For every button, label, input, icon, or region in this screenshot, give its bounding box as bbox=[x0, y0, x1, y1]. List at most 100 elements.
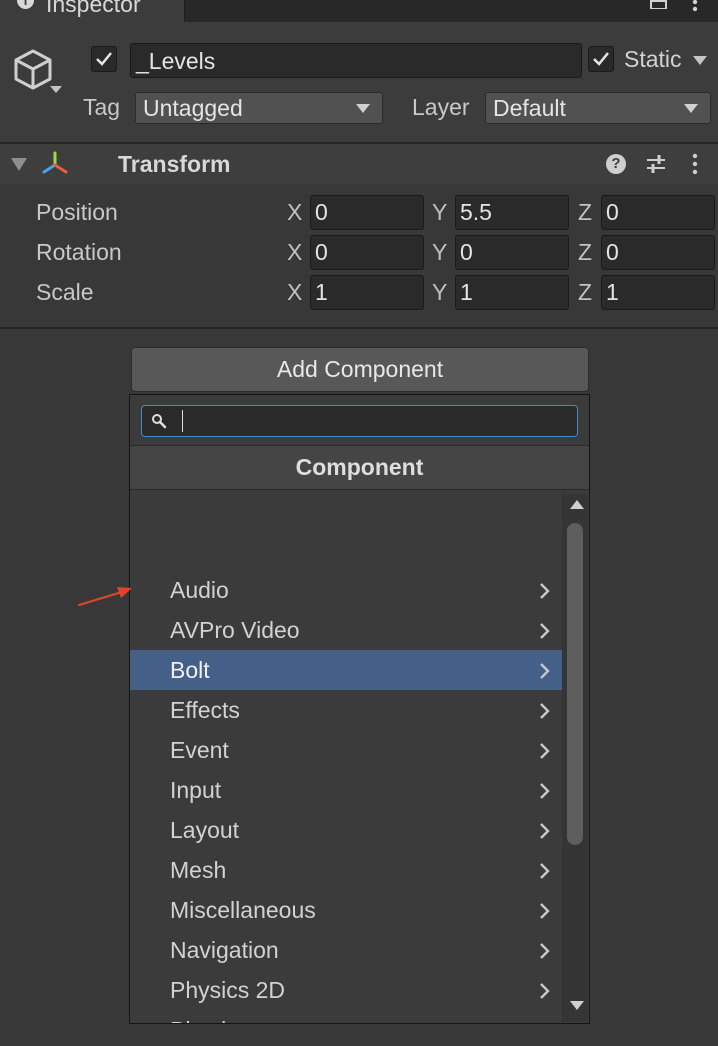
search-field[interactable] bbox=[141, 405, 578, 437]
component-menu-item-label: Physics 2D bbox=[170, 977, 286, 1003]
popup-header: Component bbox=[130, 445, 589, 490]
scale-y-value: 1 bbox=[460, 279, 473, 305]
position-x-field[interactable]: 0 bbox=[310, 195, 424, 230]
chevron-right-icon bbox=[540, 743, 550, 759]
chevron-right-icon bbox=[540, 783, 550, 799]
component-menu-item[interactable]: Physics 2D bbox=[130, 970, 562, 1010]
scale-x-label[interactable]: X bbox=[287, 279, 302, 306]
chevron-down-icon bbox=[684, 104, 698, 113]
tab-inspector[interactable]: i Inspector bbox=[0, 0, 185, 22]
component-menu-item[interactable]: Physics bbox=[130, 1010, 562, 1024]
position-x-label[interactable]: X bbox=[287, 199, 302, 226]
component-menu-item[interactable]: Miscellaneous bbox=[130, 890, 562, 930]
component-menu-item-label: Effects bbox=[170, 697, 240, 723]
component-menu-item[interactable]: Bolt bbox=[130, 650, 562, 690]
component-menu-item[interactable]: Event bbox=[130, 730, 562, 770]
lock-icon[interactable] bbox=[650, 0, 667, 9]
layer-label: Layer bbox=[412, 94, 470, 120]
chevron-down-icon[interactable] bbox=[50, 86, 62, 93]
tag-dropdown[interactable]: Untagged bbox=[135, 92, 383, 124]
rotation-y-label[interactable]: Y bbox=[432, 239, 447, 266]
component-menu-item-label: Miscellaneous bbox=[170, 897, 316, 923]
info-icon: i bbox=[17, 0, 34, 9]
scale-y-label[interactable]: Y bbox=[432, 279, 447, 306]
tag-value: Untagged bbox=[143, 95, 243, 121]
chevron-down-icon bbox=[356, 104, 370, 113]
component-menu-item-label: Mesh bbox=[170, 857, 227, 883]
rotation-x-label[interactable]: X bbox=[287, 239, 302, 266]
help-icon[interactable]: ? bbox=[606, 154, 626, 174]
layer-dropdown[interactable]: Default bbox=[485, 92, 711, 124]
chevron-right-icon bbox=[540, 663, 550, 679]
component-menu-item[interactable]: Effects bbox=[130, 690, 562, 730]
rotation-z-label[interactable]: Z bbox=[578, 239, 592, 266]
add-component-popup: Component Audio AVPro Video Bolt Effects Eve… bbox=[129, 394, 590, 1024]
position-y-value: 5.5 bbox=[460, 199, 492, 225]
position-z-label[interactable]: Z bbox=[578, 199, 592, 226]
scrollbar-thumb[interactable] bbox=[567, 523, 583, 845]
component-menu-item[interactable]: Navigation bbox=[130, 930, 562, 970]
component-menu-item[interactable]: AVPro Video bbox=[130, 610, 562, 650]
scroll-up-arrow-icon[interactable] bbox=[570, 500, 584, 509]
chevron-right-icon bbox=[540, 983, 550, 999]
position-y-label[interactable]: Y bbox=[432, 199, 447, 226]
position-y-field[interactable]: 5.5 bbox=[455, 195, 569, 230]
divider bbox=[0, 327, 718, 329]
foldout-arrow-icon[interactable] bbox=[11, 158, 27, 171]
component-menu-item-label: Navigation bbox=[170, 937, 279, 963]
static-checkbox[interactable] bbox=[588, 46, 614, 72]
rotation-z-value: 0 bbox=[606, 239, 619, 265]
chevron-right-icon bbox=[540, 623, 550, 639]
static-label[interactable]: Static bbox=[624, 46, 682, 73]
chevron-right-icon bbox=[538, 1022, 552, 1024]
component-menu-item[interactable]: Input bbox=[130, 770, 562, 810]
component-menu-item[interactable]: Mesh bbox=[130, 850, 562, 890]
component-title: Transform bbox=[118, 151, 231, 177]
rotation-z-field[interactable]: 0 bbox=[601, 235, 715, 270]
scale-label: Scale bbox=[36, 279, 94, 305]
sliders-icon[interactable] bbox=[645, 153, 667, 175]
component-menu-item-label: AVPro Video bbox=[170, 617, 300, 643]
kebab-menu-icon[interactable] bbox=[690, 0, 700, 14]
rotation-x-value: 0 bbox=[315, 239, 328, 265]
object-header bbox=[0, 22, 718, 144]
component-menu-item-label: Input bbox=[170, 777, 222, 803]
active-checkbox[interactable] bbox=[91, 46, 117, 72]
transform-axes-icon bbox=[42, 151, 68, 174]
scroll-down-arrow-icon[interactable] bbox=[570, 1001, 584, 1010]
chevron-right-icon bbox=[540, 823, 550, 839]
position-label: Position bbox=[36, 199, 118, 225]
chevron-right-icon bbox=[540, 583, 550, 599]
kebab-menu-icon[interactable] bbox=[690, 153, 700, 175]
scale-y-field[interactable]: 1 bbox=[455, 275, 569, 310]
position-x-value: 0 bbox=[315, 199, 328, 225]
checkmark-icon bbox=[96, 52, 112, 66]
rotation-label: Rotation bbox=[36, 239, 122, 265]
component-menu-item-label: Audio bbox=[170, 577, 229, 603]
add-component-label: Add Component bbox=[276, 356, 444, 382]
scale-z-field[interactable]: 1 bbox=[601, 275, 715, 310]
chevron-right-icon bbox=[540, 863, 550, 879]
scrollbar[interactable] bbox=[562, 494, 588, 1022]
tab-title: Inspector bbox=[46, 0, 141, 17]
rotation-y-field[interactable]: 0 bbox=[455, 235, 569, 270]
chevron-right-icon bbox=[540, 943, 550, 959]
chevron-right-icon bbox=[540, 703, 550, 719]
scale-x-field[interactable]: 1 bbox=[310, 275, 424, 310]
rotation-x-field[interactable]: 0 bbox=[310, 235, 424, 270]
component-menu-item[interactable]: Layout bbox=[130, 810, 562, 850]
position-z-value: 0 bbox=[606, 199, 619, 225]
component-menu-item-label: Layout bbox=[170, 817, 240, 843]
object-name-value: _Levels bbox=[136, 48, 216, 74]
object-name-field[interactable]: _Levels bbox=[130, 43, 582, 78]
cube-icon[interactable] bbox=[12, 48, 54, 90]
checkmark-icon bbox=[593, 52, 609, 66]
red-arrow-icon bbox=[77, 587, 132, 607]
scale-z-label[interactable]: Z bbox=[578, 279, 592, 306]
chevron-down-icon[interactable] bbox=[693, 56, 707, 65]
add-component-button[interactable]: Add Component bbox=[131, 347, 589, 392]
position-z-field[interactable]: 0 bbox=[601, 195, 715, 230]
chevron-right-icon bbox=[540, 903, 550, 919]
component-menu-item[interactable]: Audio bbox=[130, 570, 562, 610]
search-icon bbox=[152, 414, 167, 429]
